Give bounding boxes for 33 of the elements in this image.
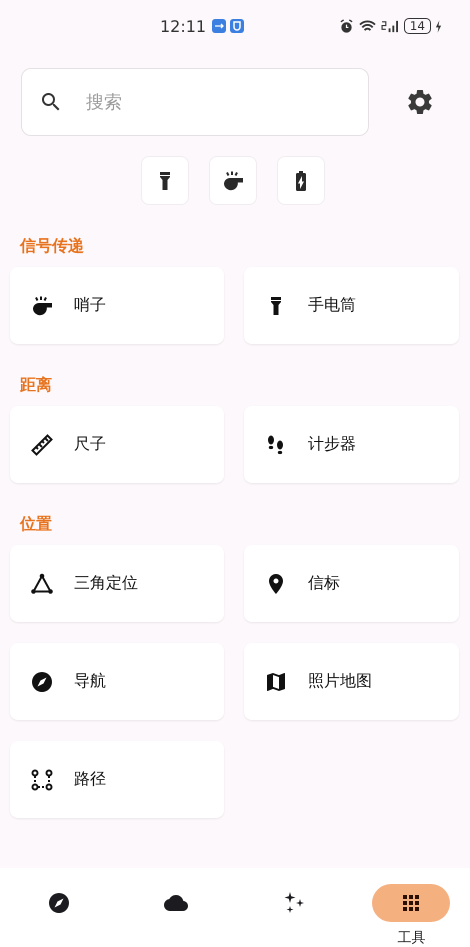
charging-icon	[435, 20, 442, 32]
section-title: 位置	[20, 514, 53, 534]
route-icon	[30, 768, 54, 792]
status-time: 12:11	[160, 16, 206, 36]
search-field[interactable]: 搜索	[21, 68, 369, 136]
section-title: 距离	[20, 375, 53, 395]
tool-card[interactable]: 计步器	[244, 406, 459, 483]
triangle-icon	[30, 572, 54, 596]
quick-battery-charging-button[interactable]	[277, 156, 325, 205]
shield-icon	[230, 19, 244, 33]
wifi-icon	[358, 18, 377, 34]
section-title: 信号传递	[20, 236, 85, 256]
battery-indicator: 14	[404, 18, 431, 34]
tool-card[interactable]: 照片地图	[244, 643, 459, 720]
tool-card[interactable]: 路径	[10, 741, 224, 818]
tool-card[interactable]: 导航	[10, 643, 224, 720]
ruler-icon	[30, 432, 54, 456]
nav-label: 工具	[397, 929, 426, 947]
whistle-icon	[30, 294, 54, 318]
compass-icon	[30, 670, 54, 694]
usb-icon	[212, 19, 226, 33]
tool-card[interactable]: 哨子	[10, 267, 224, 344]
whistle-icon	[221, 168, 245, 192]
tool-card[interactable]: 手电筒	[244, 267, 459, 344]
tool-card[interactable]: 信标	[244, 545, 459, 622]
nav-tab-active[interactable]	[372, 884, 450, 922]
tool-card[interactable]: 尺子	[10, 406, 224, 483]
compass-icon	[46, 891, 71, 915]
quick-flashlight-button[interactable]	[141, 156, 189, 205]
alarm-icon	[338, 18, 354, 34]
signal-icon	[380, 18, 400, 34]
tool-card[interactable]: 三角定位	[10, 545, 224, 622]
quick-whistle-button[interactable]	[209, 156, 257, 205]
